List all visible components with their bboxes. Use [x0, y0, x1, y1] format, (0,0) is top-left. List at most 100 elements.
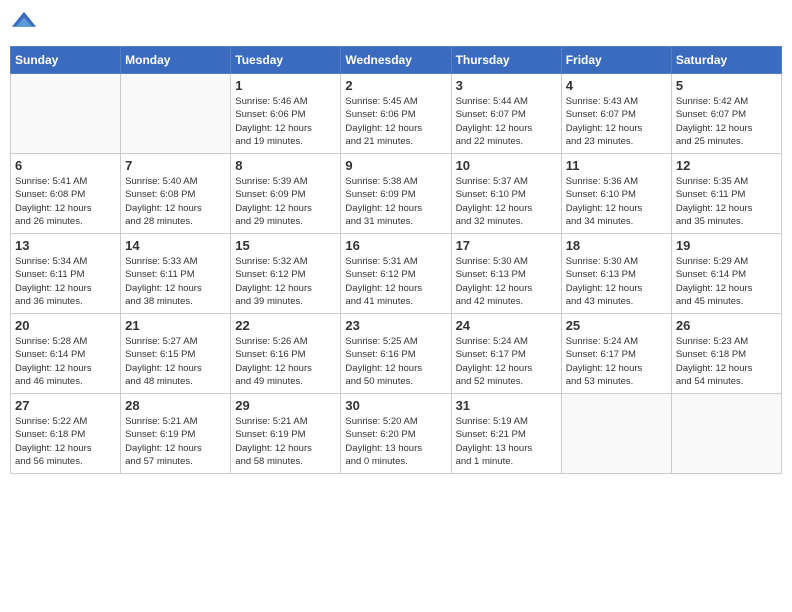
- calendar-cell: 8 Sunrise: 5:39 AM Sunset: 6:09 PM Daylig…: [231, 154, 341, 234]
- page-header: [10, 10, 782, 38]
- day-info: Sunrise: 5:30 AM Sunset: 6:13 PM Dayligh…: [566, 255, 667, 308]
- day-info: Sunrise: 5:46 AM Sunset: 6:06 PM Dayligh…: [235, 95, 336, 148]
- day-info: Sunrise: 5:31 AM Sunset: 6:12 PM Dayligh…: [345, 255, 446, 308]
- day-number: 3: [456, 78, 557, 93]
- day-number: 25: [566, 318, 667, 333]
- day-info: Sunrise: 5:27 AM Sunset: 6:15 PM Dayligh…: [125, 335, 226, 388]
- day-info: Sunrise: 5:39 AM Sunset: 6:09 PM Dayligh…: [235, 175, 336, 228]
- logo: [10, 10, 42, 38]
- calendar-week-row: 6Sunrise: 5:41 AM Sunset: 6:08 PM Daylig…: [11, 154, 782, 234]
- day-number: 26: [676, 318, 777, 333]
- day-info: Sunrise: 5:26 AM Sunset: 6:16 PM Dayligh…: [235, 335, 336, 388]
- day-info: Sunrise: 5:34 AM Sunset: 6:11 PM Dayligh…: [15, 255, 116, 308]
- calendar-cell: [11, 74, 121, 154]
- calendar-cell: 17Sunrise: 5:30 AM Sunset: 6:13 PM Dayli…: [451, 234, 561, 314]
- weekday-header-tuesday: Tuesday: [231, 47, 341, 74]
- day-number: 6: [15, 158, 116, 173]
- day-number: 8: [235, 158, 336, 173]
- calendar-cell: 21Sunrise: 5:27 AM Sunset: 6:15 PM Dayli…: [121, 314, 231, 394]
- calendar-cell: 4 Sunrise: 5:43 AM Sunset: 6:07 PM Daylig…: [561, 74, 671, 154]
- calendar-cell: 26 Sunrise: 5:23 AM Sunset: 6:18 PM Dayli…: [671, 314, 781, 394]
- calendar-cell: 23 Sunrise: 5:25 AM Sunset: 6:16 PM Dayli…: [341, 314, 451, 394]
- day-number: 4: [566, 78, 667, 93]
- calendar-cell: 6Sunrise: 5:41 AM Sunset: 6:08 PM Daylig…: [11, 154, 121, 234]
- day-info: Sunrise: 5:38 AM Sunset: 6:09 PM Dayligh…: [345, 175, 446, 228]
- calendar-cell: [561, 394, 671, 474]
- day-number: 7: [125, 158, 226, 173]
- calendar-cell: 29 Sunrise: 5:21 AM Sunset: 6:19 PM Dayli…: [231, 394, 341, 474]
- calendar-week-row: 27Sunrise: 5:22 AM Sunset: 6:18 PM Dayli…: [11, 394, 782, 474]
- calendar-week-row: 20 Sunrise: 5:28 AM Sunset: 6:14 PM Dayli…: [11, 314, 782, 394]
- calendar-cell: 27Sunrise: 5:22 AM Sunset: 6:18 PM Dayli…: [11, 394, 121, 474]
- day-info: Sunrise: 5:22 AM Sunset: 6:18 PM Dayligh…: [15, 415, 116, 468]
- weekday-header-row: SundayMondayTuesdayWednesdayThursdayFrid…: [11, 47, 782, 74]
- day-number: 22: [235, 318, 336, 333]
- calendar-cell: 12 Sunrise: 5:35 AM Sunset: 6:11 PM Dayli…: [671, 154, 781, 234]
- day-info: Sunrise: 5:28 AM Sunset: 6:14 PM Dayligh…: [15, 335, 116, 388]
- logo-icon: [10, 10, 38, 38]
- day-info: Sunrise: 5:20 AM Sunset: 6:20 PM Dayligh…: [345, 415, 446, 468]
- day-number: 23: [345, 318, 446, 333]
- calendar-cell: 10 Sunrise: 5:37 AM Sunset: 6:10 PM Dayli…: [451, 154, 561, 234]
- calendar-cell: 19Sunrise: 5:29 AM Sunset: 6:14 PM Dayli…: [671, 234, 781, 314]
- calendar-table: SundayMondayTuesdayWednesdayThursdayFrid…: [10, 46, 782, 474]
- calendar-cell: [671, 394, 781, 474]
- day-number: 24: [456, 318, 557, 333]
- day-info: Sunrise: 5:25 AM Sunset: 6:16 PM Dayligh…: [345, 335, 446, 388]
- day-number: 9: [345, 158, 446, 173]
- day-number: 12: [676, 158, 777, 173]
- day-number: 31: [456, 398, 557, 413]
- day-number: 11: [566, 158, 667, 173]
- day-number: 2: [345, 78, 446, 93]
- day-info: Sunrise: 5:42 AM Sunset: 6:07 PM Dayligh…: [676, 95, 777, 148]
- day-number: 20: [15, 318, 116, 333]
- calendar-cell: 3 Sunrise: 5:44 AM Sunset: 6:07 PM Daylig…: [451, 74, 561, 154]
- calendar-cell: 25 Sunrise: 5:24 AM Sunset: 6:17 PM Dayli…: [561, 314, 671, 394]
- day-number: 10: [456, 158, 557, 173]
- day-info: Sunrise: 5:24 AM Sunset: 6:17 PM Dayligh…: [566, 335, 667, 388]
- weekday-header-saturday: Saturday: [671, 47, 781, 74]
- calendar-cell: 11Sunrise: 5:36 AM Sunset: 6:10 PM Dayli…: [561, 154, 671, 234]
- calendar-cell: 16 Sunrise: 5:31 AM Sunset: 6:12 PM Dayli…: [341, 234, 451, 314]
- calendar-cell: [121, 74, 231, 154]
- day-info: Sunrise: 5:21 AM Sunset: 6:19 PM Dayligh…: [125, 415, 226, 468]
- day-number: 15: [235, 238, 336, 253]
- day-info: Sunrise: 5:32 AM Sunset: 6:12 PM Dayligh…: [235, 255, 336, 308]
- day-info: Sunrise: 5:30 AM Sunset: 6:13 PM Dayligh…: [456, 255, 557, 308]
- day-number: 28: [125, 398, 226, 413]
- calendar-cell: 28 Sunrise: 5:21 AM Sunset: 6:19 PM Dayli…: [121, 394, 231, 474]
- weekday-header-thursday: Thursday: [451, 47, 561, 74]
- calendar-cell: 9 Sunrise: 5:38 AM Sunset: 6:09 PM Daylig…: [341, 154, 451, 234]
- day-info: Sunrise: 5:33 AM Sunset: 6:11 PM Dayligh…: [125, 255, 226, 308]
- day-number: 16: [345, 238, 446, 253]
- calendar-cell: 20 Sunrise: 5:28 AM Sunset: 6:14 PM Dayli…: [11, 314, 121, 394]
- calendar-cell: 22 Sunrise: 5:26 AM Sunset: 6:16 PM Dayli…: [231, 314, 341, 394]
- calendar-cell: 13 Sunrise: 5:34 AM Sunset: 6:11 PM Dayli…: [11, 234, 121, 314]
- calendar-week-row: 1Sunrise: 5:46 AM Sunset: 6:06 PM Daylig…: [11, 74, 782, 154]
- day-info: Sunrise: 5:45 AM Sunset: 6:06 PM Dayligh…: [345, 95, 446, 148]
- day-number: 13: [15, 238, 116, 253]
- calendar-cell: 2 Sunrise: 5:45 AM Sunset: 6:06 PM Daylig…: [341, 74, 451, 154]
- calendar-cell: 30 Sunrise: 5:20 AM Sunset: 6:20 PM Dayli…: [341, 394, 451, 474]
- day-info: Sunrise: 5:44 AM Sunset: 6:07 PM Dayligh…: [456, 95, 557, 148]
- day-number: 5: [676, 78, 777, 93]
- day-info: Sunrise: 5:40 AM Sunset: 6:08 PM Dayligh…: [125, 175, 226, 228]
- day-number: 29: [235, 398, 336, 413]
- day-info: Sunrise: 5:43 AM Sunset: 6:07 PM Dayligh…: [566, 95, 667, 148]
- day-info: Sunrise: 5:37 AM Sunset: 6:10 PM Dayligh…: [456, 175, 557, 228]
- calendar-cell: 18 Sunrise: 5:30 AM Sunset: 6:13 PM Dayli…: [561, 234, 671, 314]
- weekday-header-friday: Friday: [561, 47, 671, 74]
- day-info: Sunrise: 5:23 AM Sunset: 6:18 PM Dayligh…: [676, 335, 777, 388]
- day-number: 19: [676, 238, 777, 253]
- day-info: Sunrise: 5:21 AM Sunset: 6:19 PM Dayligh…: [235, 415, 336, 468]
- calendar-cell: 7 Sunrise: 5:40 AM Sunset: 6:08 PM Daylig…: [121, 154, 231, 234]
- calendar-cell: 5 Sunrise: 5:42 AM Sunset: 6:07 PM Daylig…: [671, 74, 781, 154]
- day-info: Sunrise: 5:19 AM Sunset: 6:21 PM Dayligh…: [456, 415, 557, 468]
- weekday-header-wednesday: Wednesday: [341, 47, 451, 74]
- calendar-cell: 14Sunrise: 5:33 AM Sunset: 6:11 PM Dayli…: [121, 234, 231, 314]
- day-number: 18: [566, 238, 667, 253]
- day-number: 30: [345, 398, 446, 413]
- day-info: Sunrise: 5:35 AM Sunset: 6:11 PM Dayligh…: [676, 175, 777, 228]
- calendar-cell: 1Sunrise: 5:46 AM Sunset: 6:06 PM Daylig…: [231, 74, 341, 154]
- weekday-header-monday: Monday: [121, 47, 231, 74]
